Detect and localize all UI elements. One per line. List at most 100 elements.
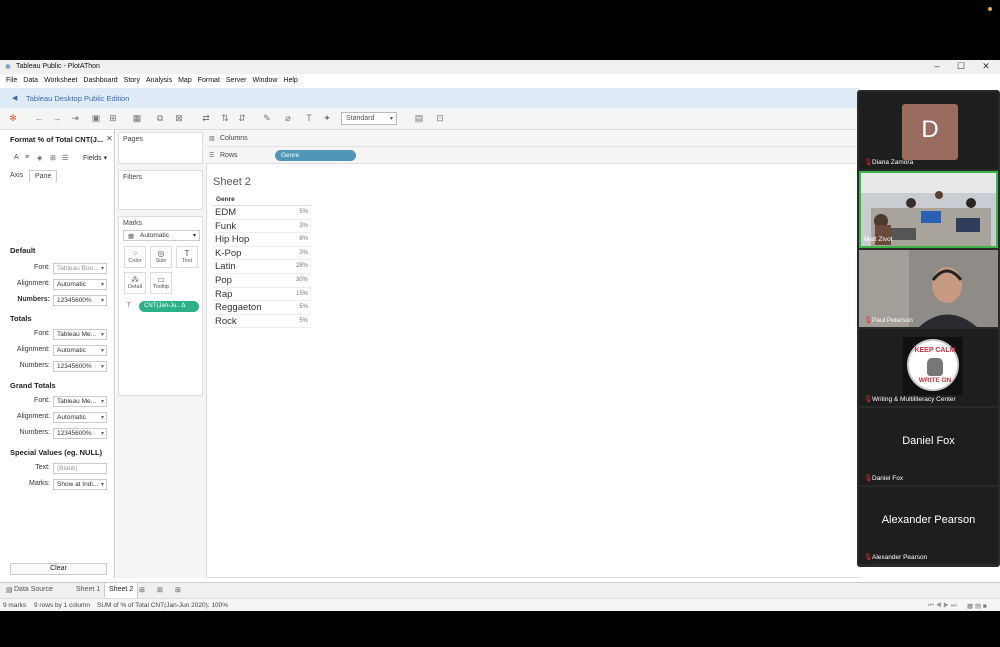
new-dashboard-icon[interactable]: ⊞ <box>157 586 163 594</box>
totals-font-select[interactable]: Tableau Me... ▾ <box>53 329 107 340</box>
columns-shelf[interactable]: ▥ Columns <box>206 130 860 147</box>
highlight-icon[interactable]: ✎ <box>260 113 274 124</box>
genre-cell: K-Pop <box>215 247 242 259</box>
lines-format-icon[interactable]: ☰ <box>62 154 68 162</box>
table-row[interactable]: EDM 5% <box>213 206 311 220</box>
tooltip-button[interactable]: ▭ Tooltip <box>150 272 172 294</box>
default-font-select[interactable]: Tableau Boo... ▾ <box>53 263 107 274</box>
replay-icon[interactable]: ⇥ <box>68 113 82 124</box>
chevron-down-icon: ▾ <box>100 364 104 370</box>
menu-map[interactable]: Map <box>178 77 192 84</box>
view-toggle-icon[interactable]: ▦ ▤ ■ <box>967 602 987 610</box>
menu-window[interactable]: Window <box>253 77 278 84</box>
shading-format-icon[interactable]: ◈ <box>37 154 42 162</box>
fit-select[interactable]: Standard ▾ <box>341 112 397 125</box>
mark-type-value: Automatic <box>140 232 169 239</box>
participant-tile-diana[interactable]: D 🎙 Diana Zamora <box>859 92 998 169</box>
alignment-format-icon[interactable]: ≡ <box>25 154 29 161</box>
mark-type-select[interactable]: ▦ Automatic ▾ <box>123 230 200 241</box>
presentation-icon[interactable]: ⊡ <box>433 113 447 124</box>
menu-analysis[interactable]: Analysis <box>146 77 172 84</box>
fields-dropdown[interactable]: Fields ▾ <box>83 154 107 162</box>
color-button[interactable]: ⁘ Color <box>124 246 146 268</box>
rows-shelf[interactable]: ☰ Rows Genre <box>206 147 860 164</box>
table-row[interactable]: K-Pop 3% <box>213 247 311 261</box>
table-row[interactable]: Pop 30% <box>213 274 311 288</box>
menu-worksheet[interactable]: Worksheet <box>44 77 77 84</box>
clear-button[interactable]: Clear <box>10 563 107 575</box>
genre-dimension-pill[interactable]: Genre <box>275 150 356 161</box>
pages-card[interactable]: Pages <box>118 132 203 164</box>
detail-button[interactable]: ⁂ Detail <box>124 272 146 294</box>
grand-numbers-select[interactable]: 12345600% ▾ <box>53 428 107 439</box>
show-cards-icon[interactable]: ▤ <box>412 113 426 124</box>
sort-desc-icon[interactable]: ⇵ <box>235 113 249 124</box>
participant-tile-daniel[interactable]: Daniel Fox 🎙 Daniel Fox <box>859 408 998 485</box>
save-icon[interactable]: ▣ <box>89 113 103 124</box>
close-button[interactable]: ✕ <box>976 61 996 72</box>
grand-align-select[interactable]: Automatic ▾ <box>53 412 107 423</box>
text-icon: T <box>184 249 190 258</box>
filters-card[interactable]: Filters <box>118 170 203 210</box>
participant-tile-paul[interactable]: 🎙 Paul Peterson <box>859 250 998 327</box>
tab-sheet-1[interactable]: Sheet 1 <box>76 586 100 593</box>
table-row[interactable]: Funk 3% <box>213 220 311 234</box>
menu-server[interactable]: Server <box>226 77 247 84</box>
table-row[interactable]: Hip Hop 8% <box>213 233 311 247</box>
participant-display-name: Daniel Fox <box>902 435 955 447</box>
duplicate-icon[interactable]: ⧉ <box>153 113 167 124</box>
participant-name: Diana Zamora <box>872 159 914 166</box>
swap-icon[interactable]: ⇄ <box>199 113 213 124</box>
new-sheet-icon[interactable]: ⊞ <box>139 586 145 594</box>
sort-asc-icon[interactable]: ⇅ <box>218 113 232 124</box>
minimize-button[interactable]: – <box>927 61 947 71</box>
tab-pane[interactable]: Pane <box>29 170 58 182</box>
labels-icon[interactable]: T <box>302 113 316 123</box>
participant-tile-alexander[interactable]: Alexander Pearson 🎙 Alexander Pearson <box>859 487 998 564</box>
table-row[interactable]: Latin 28% <box>213 260 311 274</box>
tab-axis[interactable]: Axis <box>5 170 28 181</box>
menu-file[interactable]: File <box>6 77 17 84</box>
menu-help[interactable]: Help <box>283 77 297 84</box>
size-button[interactable]: ◎ Size <box>150 246 172 268</box>
clear-sheet-icon[interactable]: ⊠ <box>172 113 186 124</box>
tableau-logo-icon[interactable]: ✻ <box>6 113 20 124</box>
cnt-measure-pill[interactable]: CNT(Jan-Ju.. Δ <box>139 301 199 312</box>
special-text-input[interactable]: (Blank) <box>53 463 107 474</box>
special-marks-select[interactable]: Show at Indi... ▾ <box>53 479 107 490</box>
text-button[interactable]: T Text <box>176 246 198 268</box>
participant-tile-matt[interactable]: · Matt Zivot <box>859 171 998 248</box>
totals-numbers-select[interactable]: 12345600% ▾ <box>53 361 107 372</box>
totals-align-select[interactable]: Automatic ▾ <box>53 345 107 356</box>
table-row[interactable]: Reggaeton 5% <box>213 301 311 315</box>
menu-format[interactable]: Format <box>198 77 220 84</box>
font-format-icon[interactable]: A <box>14 154 19 161</box>
sheet-nav-icon[interactable]: ⏮ ◀ ▶ ⏭ <box>928 602 957 610</box>
participant-video <box>859 250 998 327</box>
menu-bar: File Data Worksheet Dashboard Story Analysis M… <box>0 74 1000 88</box>
close-icon[interactable]: ✕ <box>106 134 113 143</box>
table-row[interactable]: Rap 15% <box>213 288 311 302</box>
tab-data-source[interactable]: Data Source <box>14 586 53 593</box>
menu-dashboard[interactable]: Dashboard <box>83 77 117 84</box>
menu-data[interactable]: Data <box>23 77 38 84</box>
tab-sheet-2[interactable]: Sheet 2 <box>104 583 139 599</box>
default-align-select[interactable]: Automatic ▾ <box>53 279 107 290</box>
group-icon[interactable]: ⌀ <box>281 113 295 124</box>
new-story-icon[interactable]: ⊞ <box>175 586 181 594</box>
table-row[interactable]: Rock 5% <box>213 315 311 329</box>
maximize-button[interactable]: ☐ <box>951 61 971 72</box>
participant-name: Alexander Pearson <box>872 554 928 561</box>
marks-card: Marks ▦ Automatic ▾ ⁘ Color ◎ Size T Text ⁂ De… <box>118 216 203 396</box>
borders-format-icon[interactable]: ⊞ <box>50 154 56 162</box>
menu-story[interactable]: Story <box>124 77 140 84</box>
default-numbers-select[interactable]: 12345600% ▾ <box>53 295 107 306</box>
new-worksheet-icon[interactable]: ▦ <box>130 113 144 124</box>
new-datasource-icon[interactable]: ⊞ <box>106 113 120 124</box>
pin-icon[interactable]: ✦ <box>320 113 334 124</box>
redo-icon[interactable]: → <box>50 113 64 123</box>
grand-font-select[interactable]: Tableau Me... ▾ <box>53 396 107 407</box>
status-sum: SUM of % of Total CNT(Jan-Jun 2020): 100… <box>97 602 229 609</box>
participant-tile-writing-center[interactable]: KEEP CALM WRITE ON 🎙 Writing & Multilite… <box>859 329 998 406</box>
undo-icon[interactable]: ← <box>32 113 46 123</box>
